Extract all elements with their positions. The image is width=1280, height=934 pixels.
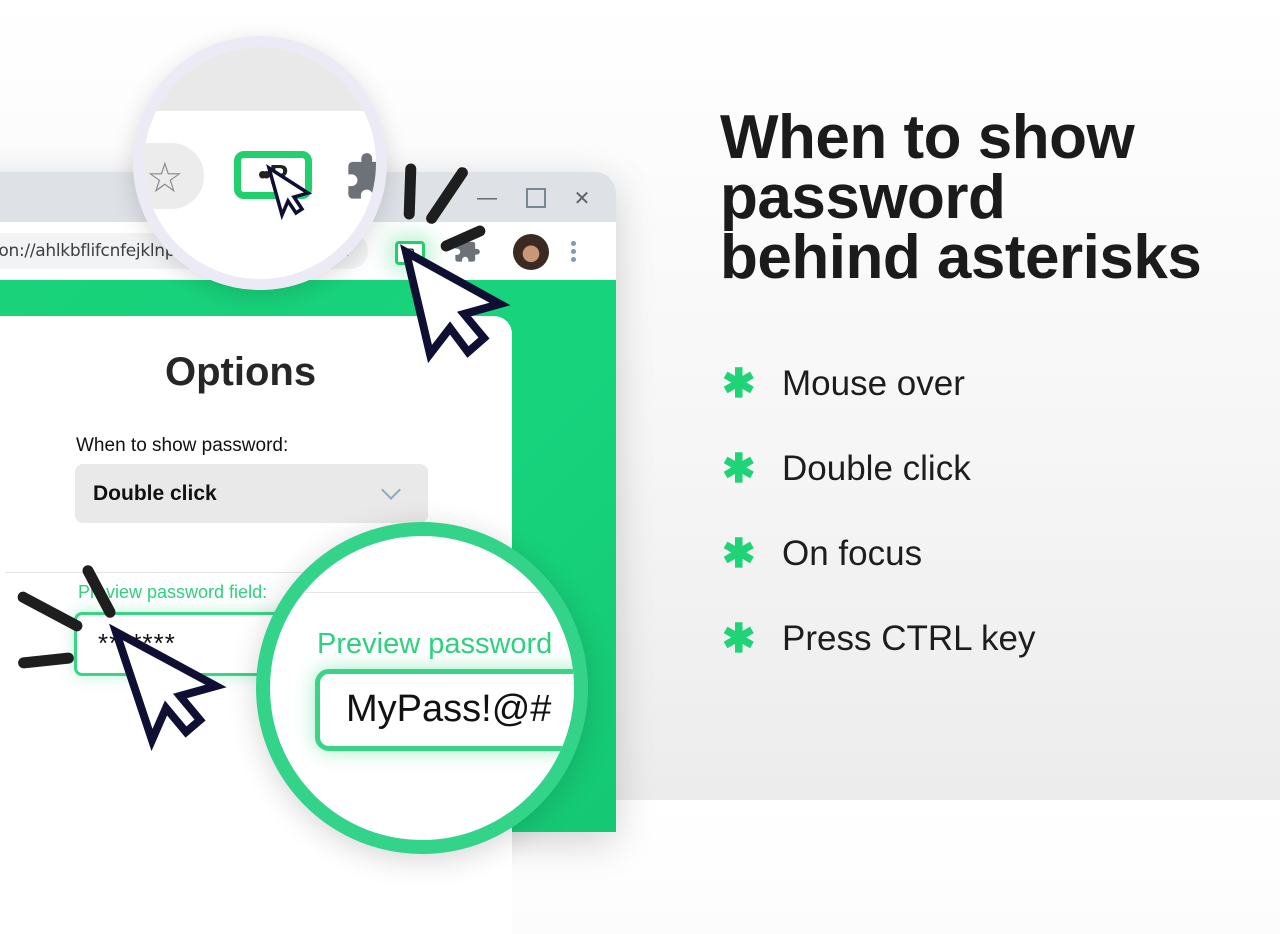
when-to-show-label: When to show password:: [76, 435, 289, 456]
toolbar-cursor-icon: [400, 244, 511, 373]
options-title: Options: [165, 350, 317, 394]
feature-item: ✱ Mouse over: [722, 364, 965, 404]
feature-label: Double click: [782, 449, 971, 488]
close-button[interactable]: ✕: [568, 184, 596, 212]
magnified-star-icon: ☆: [146, 154, 184, 201]
toolbar-magnifier: ☆ •• P: [133, 36, 387, 290]
magnified-preview-label: Preview password: [317, 628, 553, 660]
minimize-button[interactable]: —: [473, 184, 501, 212]
feature-item: ✱ Press CTRL key: [722, 619, 1035, 659]
password-magnifier: Preview password MyPass!@#: [256, 522, 588, 854]
click-burst-line: [403, 163, 417, 220]
magnified-tab-strip: [144, 47, 376, 111]
feature-label: Mouse over: [782, 364, 965, 403]
magnified-extension-dots: ••: [257, 159, 271, 190]
minimize-icon: —: [477, 186, 497, 209]
asterisk-icon: ✱: [722, 362, 756, 406]
maximize-button[interactable]: [522, 184, 550, 212]
feature-item: ✱ On focus: [722, 534, 922, 574]
feature-item: ✱ Double click: [722, 449, 971, 489]
feature-label: On focus: [782, 534, 923, 573]
asterisk-icon: ✱: [722, 617, 756, 661]
headline-line: behind asterisks: [720, 223, 1202, 292]
profile-avatar[interactable]: [513, 234, 549, 270]
magnified-puzzle-icon: [344, 151, 376, 208]
maximize-icon: [526, 188, 546, 208]
feature-label: Press CTRL key: [782, 619, 1036, 658]
asterisk-icon: ✱: [722, 447, 756, 491]
magnified-divider: [270, 592, 574, 593]
chevron-down-icon: [381, 479, 401, 500]
headline: When to show password behind asterisks: [720, 103, 1260, 292]
mouse-cursor-icon: [109, 623, 227, 753]
select-value: Double click: [93, 481, 217, 505]
kebab-menu-icon[interactable]: [571, 238, 577, 265]
magnified-cursor-icon: [266, 164, 313, 226]
asterisk-icon: ✱: [722, 532, 756, 576]
revealed-password-value: MyPass!@#: [346, 688, 552, 730]
headline-line: password: [720, 163, 1006, 232]
close-icon: ✕: [573, 187, 591, 210]
headline-line: When to show: [720, 103, 1135, 172]
show-password-select[interactable]: Double click: [75, 464, 428, 523]
